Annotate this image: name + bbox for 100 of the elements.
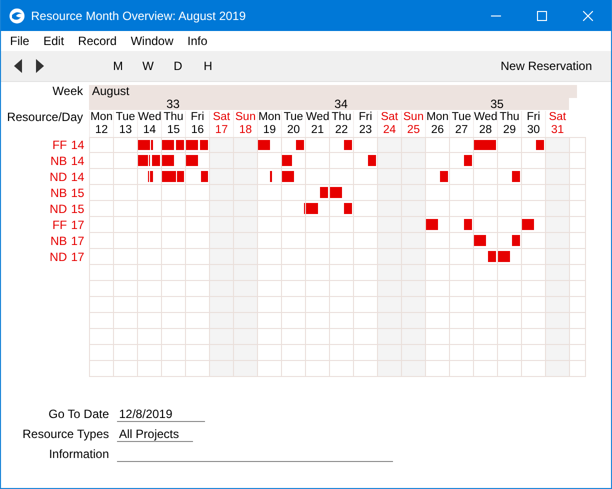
reservation-bar[interactable] bbox=[296, 140, 304, 150]
grid-cell bbox=[161, 201, 185, 217]
reservation-bar[interactable] bbox=[368, 155, 376, 166]
grid-cell bbox=[545, 265, 569, 281]
reservation-bar[interactable] bbox=[344, 203, 352, 214]
grid-cell bbox=[233, 297, 257, 313]
grid-cell bbox=[89, 217, 113, 233]
grid-cell bbox=[113, 217, 137, 233]
grid-cell bbox=[425, 137, 449, 153]
menu-item[interactable]: Edit bbox=[36, 32, 72, 50]
reservation-bar[interactable] bbox=[151, 171, 154, 182]
reservation-bar[interactable] bbox=[201, 171, 208, 182]
grid-cell bbox=[209, 265, 233, 281]
grid-cell bbox=[569, 361, 586, 377]
grid-cell bbox=[161, 265, 185, 281]
resource-code: NB bbox=[49, 233, 67, 249]
grid-cell bbox=[377, 297, 401, 313]
day-header: Sat 24 bbox=[377, 111, 401, 137]
menu-item[interactable]: Window bbox=[124, 32, 180, 50]
resource-day-label: Resource/Day bbox=[6, 111, 84, 126]
grid-cell bbox=[401, 265, 425, 281]
grid-cell bbox=[209, 313, 233, 329]
reservation-bar[interactable] bbox=[512, 235, 520, 246]
grid-cell bbox=[137, 297, 161, 313]
grid-cell bbox=[401, 361, 425, 377]
grid-cell bbox=[257, 217, 281, 233]
grid-cell bbox=[377, 201, 401, 217]
menu-item[interactable]: File bbox=[3, 32, 36, 50]
grid-cell bbox=[569, 249, 586, 265]
input-field[interactable]: 12/8/2019 bbox=[117, 406, 205, 422]
grid-cell bbox=[113, 265, 137, 281]
grid-cell bbox=[281, 249, 305, 265]
reservation-bar[interactable] bbox=[177, 171, 184, 182]
grid-cell bbox=[89, 313, 113, 329]
grid-cell bbox=[473, 297, 497, 313]
grid-cell bbox=[89, 153, 113, 169]
week-label: Week bbox=[52, 85, 84, 98]
grid-cell bbox=[425, 281, 449, 297]
grid-cell bbox=[401, 345, 425, 361]
grid-cell bbox=[233, 185, 257, 201]
grid-cell bbox=[401, 137, 425, 153]
grid-cell bbox=[377, 345, 401, 361]
reservation-bar[interactable] bbox=[464, 219, 472, 230]
grid-cell bbox=[569, 201, 586, 217]
reservation-bar[interactable] bbox=[151, 140, 154, 150]
grid-cell bbox=[425, 313, 449, 329]
grid-cell bbox=[281, 329, 305, 345]
grid-cell bbox=[569, 217, 586, 233]
day-header: Wed 14 bbox=[137, 111, 161, 137]
resource-code: NB bbox=[49, 185, 67, 201]
grid-cell bbox=[377, 233, 401, 249]
grid-cell bbox=[377, 329, 401, 345]
grid-cell bbox=[233, 249, 257, 265]
view-button[interactable]: W bbox=[133, 57, 163, 75]
menu-item[interactable]: Record bbox=[71, 32, 124, 50]
reservation-bar[interactable] bbox=[162, 171, 176, 182]
reservation-bar[interactable] bbox=[200, 140, 208, 150]
reservation-bar[interactable] bbox=[512, 171, 520, 182]
grid-cell bbox=[449, 345, 473, 361]
view-button[interactable]: M bbox=[103, 57, 133, 75]
grid-cell bbox=[209, 217, 233, 233]
resource-number: 14 bbox=[71, 137, 85, 153]
resource-number: 15 bbox=[71, 201, 85, 217]
grid-cell bbox=[545, 281, 569, 297]
grid-cell bbox=[161, 233, 185, 249]
grid-cell bbox=[257, 313, 281, 329]
reservation-bar[interactable] bbox=[440, 171, 448, 182]
reservation-bar[interactable] bbox=[344, 140, 352, 150]
grid-cell bbox=[209, 249, 233, 265]
reservation-bar[interactable] bbox=[474, 140, 496, 150]
grid-cell bbox=[401, 185, 425, 201]
grid-cell bbox=[425, 345, 449, 361]
resource-code: ND bbox=[48, 201, 67, 217]
reservation-bar[interactable] bbox=[536, 140, 544, 150]
grid-cell bbox=[545, 345, 569, 361]
grid-cell bbox=[281, 281, 305, 297]
reservation-bar[interactable] bbox=[488, 251, 496, 262]
view-button[interactable]: D bbox=[163, 57, 193, 75]
reservation-bar[interactable] bbox=[464, 155, 472, 166]
grid-cell bbox=[89, 137, 113, 153]
grid-cell bbox=[161, 361, 185, 377]
left-arrow-icon bbox=[14, 59, 22, 73]
grid-cell bbox=[89, 249, 113, 265]
grid-cell bbox=[569, 329, 586, 345]
grid-cell bbox=[545, 153, 569, 169]
grid-cell bbox=[161, 281, 185, 297]
reservation-bar[interactable] bbox=[270, 171, 272, 182]
input-field[interactable]: All Projects bbox=[117, 426, 193, 442]
grid-cell bbox=[113, 313, 137, 329]
menu-item[interactable]: Info bbox=[180, 32, 214, 50]
reservation-bar[interactable] bbox=[152, 155, 160, 166]
app-logo-icon bbox=[9, 8, 25, 24]
new-reservation-button[interactable]: New Reservation bbox=[500, 57, 592, 75]
view-button[interactable]: H bbox=[193, 57, 223, 75]
reservation-bar[interactable] bbox=[176, 140, 184, 150]
grid-cell bbox=[233, 345, 257, 361]
reservation-bar[interactable] bbox=[320, 187, 328, 198]
grid-cell bbox=[113, 233, 137, 249]
resource-code: FF bbox=[51, 137, 67, 153]
grid-cell bbox=[89, 281, 113, 297]
